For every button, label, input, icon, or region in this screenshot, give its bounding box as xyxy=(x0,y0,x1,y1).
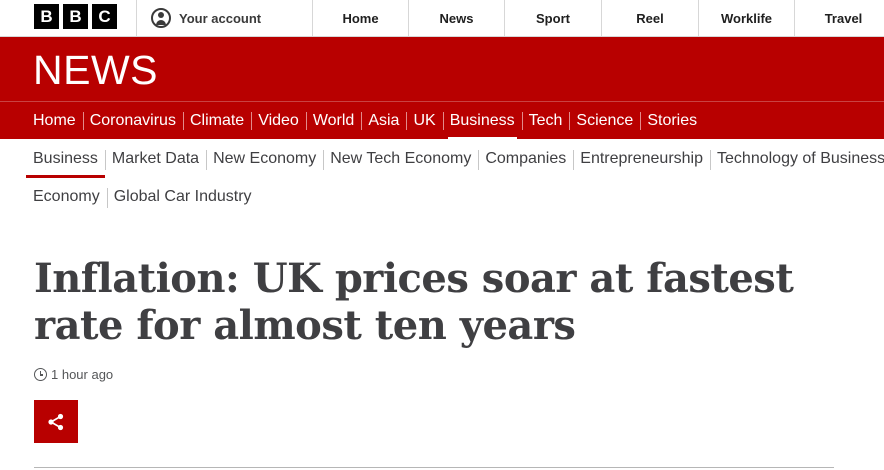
primary-nav-asia[interactable]: Asia xyxy=(361,102,406,140)
top-nav-sport[interactable]: Sport xyxy=(504,0,601,36)
share-icon xyxy=(48,413,64,430)
top-nav-reel[interactable]: Reel xyxy=(601,0,698,36)
article-timestamp: 1 hour ago xyxy=(34,367,113,382)
secondary-nav-row: Economy Global Car Industry xyxy=(26,179,259,215)
primary-nav-science[interactable]: Science xyxy=(569,102,640,140)
account-link[interactable]: Your account xyxy=(136,0,312,36)
primary-nav-uk[interactable]: UK xyxy=(406,102,442,140)
secondary-nav-global-car-industry[interactable]: Global Car Industry xyxy=(106,178,259,216)
primary-nav-coronavirus[interactable]: Coronavirus xyxy=(82,102,183,140)
top-nav-home[interactable]: Home xyxy=(312,0,408,36)
secondary-nav-business[interactable]: Business xyxy=(26,140,105,178)
account-label: Your account xyxy=(179,10,262,26)
secondary-nav-row: Business Market Data New Economy New Tec… xyxy=(26,139,884,179)
secondary-nav: Business Market Data New Economy New Tec… xyxy=(0,139,884,219)
news-banner: NEWS xyxy=(0,37,884,101)
secondary-nav-economy[interactable]: Economy xyxy=(26,178,107,216)
primary-nav-video[interactable]: Video xyxy=(251,102,306,140)
secondary-nav-new-economy[interactable]: New Economy xyxy=(206,140,323,178)
primary-nav: Home Coronavirus Climate Video World Asi… xyxy=(0,101,884,140)
secondary-nav-companies[interactable]: Companies xyxy=(478,140,573,178)
primary-nav-business[interactable]: Business xyxy=(442,102,522,140)
top-bar: B B C Your account Home News Sport Reel … xyxy=(0,0,884,37)
clock-icon xyxy=(34,368,47,381)
top-nav-worklife[interactable]: Worklife xyxy=(698,0,794,36)
top-nav-news[interactable]: News xyxy=(408,0,504,36)
bbc-logo-letter-2: B xyxy=(63,4,88,29)
news-logo[interactable]: NEWS xyxy=(33,48,158,92)
primary-nav-world[interactable]: World xyxy=(305,102,362,140)
share-button[interactable] xyxy=(34,400,78,443)
divider xyxy=(34,467,834,468)
secondary-nav-market-data[interactable]: Market Data xyxy=(104,140,206,178)
primary-nav-climate[interactable]: Climate xyxy=(182,102,251,140)
bbc-logo[interactable]: B B C xyxy=(34,4,117,29)
secondary-nav-technology-of-business[interactable]: Technology of Business xyxy=(710,140,884,178)
timestamp-text: 1 hour ago xyxy=(51,367,114,382)
primary-nav-tech[interactable]: Tech xyxy=(521,102,570,140)
primary-nav-home[interactable]: Home xyxy=(26,102,83,140)
top-nav-travel[interactable]: Travel xyxy=(794,0,884,36)
bbc-logo-letter-3: C xyxy=(92,4,117,29)
primary-nav-stories[interactable]: Stories xyxy=(640,102,704,140)
bbc-logo-letter-1: B xyxy=(34,4,59,29)
secondary-nav-entrepreneurship[interactable]: Entrepreneurship xyxy=(573,140,710,178)
article-headline: Inflation: UK prices soar at fastest rat… xyxy=(34,255,794,349)
account-icon xyxy=(151,8,171,28)
secondary-nav-new-tech-economy[interactable]: New Tech Economy xyxy=(323,140,478,178)
